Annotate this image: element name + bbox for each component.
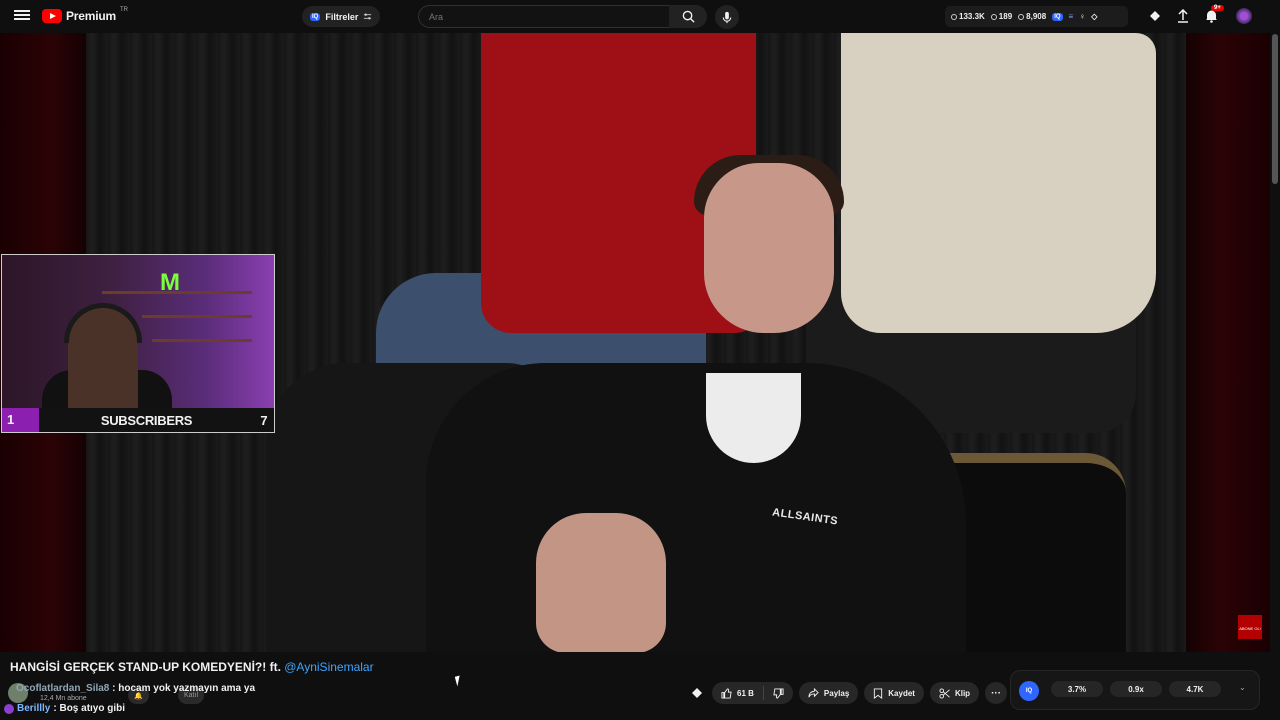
video-actions: 61 B Paylaş Kaydet Klip ··· bbox=[688, 682, 1008, 704]
chevron-down-icon[interactable]: ⌄ bbox=[1239, 683, 1246, 692]
video-title-text: HANGİSİ GERÇEK STAND-UP KOMEDYENİ?! ft. bbox=[10, 660, 281, 674]
iq-stat-pill: 4.7K bbox=[1169, 681, 1221, 697]
search-input[interactable] bbox=[419, 6, 669, 27]
stat-value: 189 bbox=[998, 12, 1013, 21]
search-box bbox=[418, 5, 670, 28]
voice-search-button[interactable] bbox=[715, 5, 739, 29]
video-scene-hand bbox=[536, 513, 666, 652]
like-button[interactable]: 61 B bbox=[712, 682, 763, 704]
viewers-icon bbox=[1018, 13, 1025, 20]
filters-label: Filtreler bbox=[325, 11, 359, 22]
like-dislike-group: 61 B bbox=[712, 682, 793, 704]
account-avatar[interactable] bbox=[1236, 8, 1252, 24]
webcam-scene: M bbox=[2, 255, 274, 408]
menu-icon[interactable] bbox=[14, 8, 30, 24]
chat-text: : hocam yok yazmayın ama ya bbox=[112, 683, 256, 694]
logo-text: Premium bbox=[66, 9, 116, 23]
mouse-cursor-icon bbox=[454, 675, 463, 687]
iq-stat-pill: 0.9x bbox=[1110, 681, 1162, 697]
notification-count: 9+ bbox=[1211, 5, 1224, 11]
channel-subscribers: 12,4 Mn abone bbox=[40, 695, 87, 702]
video-title: HANGİSİ GERÇEK STAND-UP KOMEDYENİ?! ft. … bbox=[10, 660, 374, 674]
youtube-logo-icon bbox=[42, 9, 62, 23]
thumbs-down-icon bbox=[773, 687, 784, 699]
title-channel-link[interactable]: @AyniSinemalar bbox=[284, 660, 373, 674]
iq-icon: IQ bbox=[310, 12, 321, 21]
filters-button[interactable]: IQ Filtreler bbox=[302, 6, 381, 27]
chat-user-icon bbox=[4, 703, 14, 714]
chat-username: Berillly bbox=[17, 703, 51, 714]
like-count: 61 B bbox=[737, 688, 754, 698]
thumbs-up-icon bbox=[721, 687, 732, 699]
scissors-icon bbox=[939, 687, 950, 699]
top-header: Premium TR IQ Filtreler 133.3K 189 8,908… bbox=[0, 0, 1280, 33]
stat-watchtime: 133.3K bbox=[951, 12, 985, 21]
stat-views: 189 bbox=[990, 12, 1013, 21]
clock-icon bbox=[951, 13, 957, 20]
bookmark-icon bbox=[874, 687, 883, 699]
more-icon: ··· bbox=[991, 687, 1002, 699]
webcam-shelf bbox=[152, 339, 252, 342]
save-label: Kaydet bbox=[888, 688, 915, 698]
save-button[interactable]: Kaydet bbox=[864, 682, 924, 704]
clip-button[interactable]: Klip bbox=[929, 682, 980, 704]
monster-logo-icon: M bbox=[160, 269, 180, 296]
search-icon bbox=[682, 10, 695, 23]
more-options-button[interactable]: ··· bbox=[985, 682, 1008, 704]
video-scene-cream-sweater bbox=[841, 33, 1156, 333]
share-label: Paylaş bbox=[823, 688, 850, 698]
dislike-button[interactable] bbox=[764, 682, 793, 704]
stats-bar: 133.3K 189 8,908 IQ ≡ ♀ ◇ bbox=[945, 6, 1128, 27]
upload-icon[interactable] bbox=[1174, 7, 1192, 25]
video-scene-jacket bbox=[426, 363, 966, 652]
share-icon bbox=[808, 687, 819, 697]
subscriber-goal-bar: 1 SUBSCRIBERS 7 bbox=[2, 408, 274, 432]
sliders-icon bbox=[364, 13, 372, 20]
subscribe-badge: ABONE OL! bbox=[1238, 615, 1262, 639]
tag-icon[interactable]: ◇ bbox=[1091, 12, 1097, 21]
header-actions: 9+ bbox=[1146, 5, 1252, 25]
microphone-icon bbox=[722, 11, 732, 23]
headset-icon bbox=[64, 303, 142, 343]
iq-stats-panel: IQ 3.7% 0.9x 4.7K ⌄ bbox=[1010, 670, 1260, 710]
clip-label: Klip bbox=[954, 688, 971, 698]
stat-value: 8,908 bbox=[1026, 12, 1047, 21]
trophy-icon[interactable]: ♀ bbox=[1079, 12, 1085, 21]
goal-current: 1 bbox=[2, 408, 39, 432]
iq-icon[interactable]: IQ bbox=[1052, 12, 1063, 21]
chat-text: : Boş atıyo gibi bbox=[53, 703, 126, 714]
webcam-shelf bbox=[142, 315, 252, 318]
streamer-webcam-overlay: M 1 SUBSCRIBERS 7 bbox=[1, 254, 275, 433]
list-icon[interactable]: ≡ bbox=[1069, 12, 1074, 21]
page-scrollbar[interactable] bbox=[1272, 34, 1278, 184]
curtain-right bbox=[1186, 33, 1270, 652]
goal-target: 7 bbox=[260, 412, 268, 428]
search-button[interactable] bbox=[669, 5, 707, 28]
goal-label: SUBSCRIBERS bbox=[100, 412, 193, 428]
stat-value: 133.3K bbox=[959, 12, 985, 21]
logo-region: TR bbox=[119, 7, 128, 13]
extension-icon[interactable] bbox=[688, 684, 706, 702]
notifications-bell-icon[interactable]: 9+ bbox=[1202, 5, 1224, 25]
youtube-premium-logo[interactable]: Premium TR bbox=[42, 7, 128, 23]
stat-viewers: 8,908 bbox=[1018, 12, 1046, 21]
share-button[interactable]: Paylaş bbox=[798, 682, 859, 704]
eye-icon bbox=[990, 13, 997, 20]
chat-message: Ocoflatlardan_Sila8 : hocam yok yazmayın… bbox=[16, 683, 255, 694]
iq-icon[interactable]: IQ bbox=[1019, 681, 1039, 701]
video-scene-face bbox=[704, 163, 834, 333]
chat-message: Berillly : Boş atıyo gibi bbox=[4, 703, 125, 714]
chat-username: Ocoflatlardan_Sila8 bbox=[16, 683, 110, 694]
iq-stat-pill: 3.7% bbox=[1051, 681, 1103, 697]
extension-icon[interactable] bbox=[1146, 7, 1164, 25]
